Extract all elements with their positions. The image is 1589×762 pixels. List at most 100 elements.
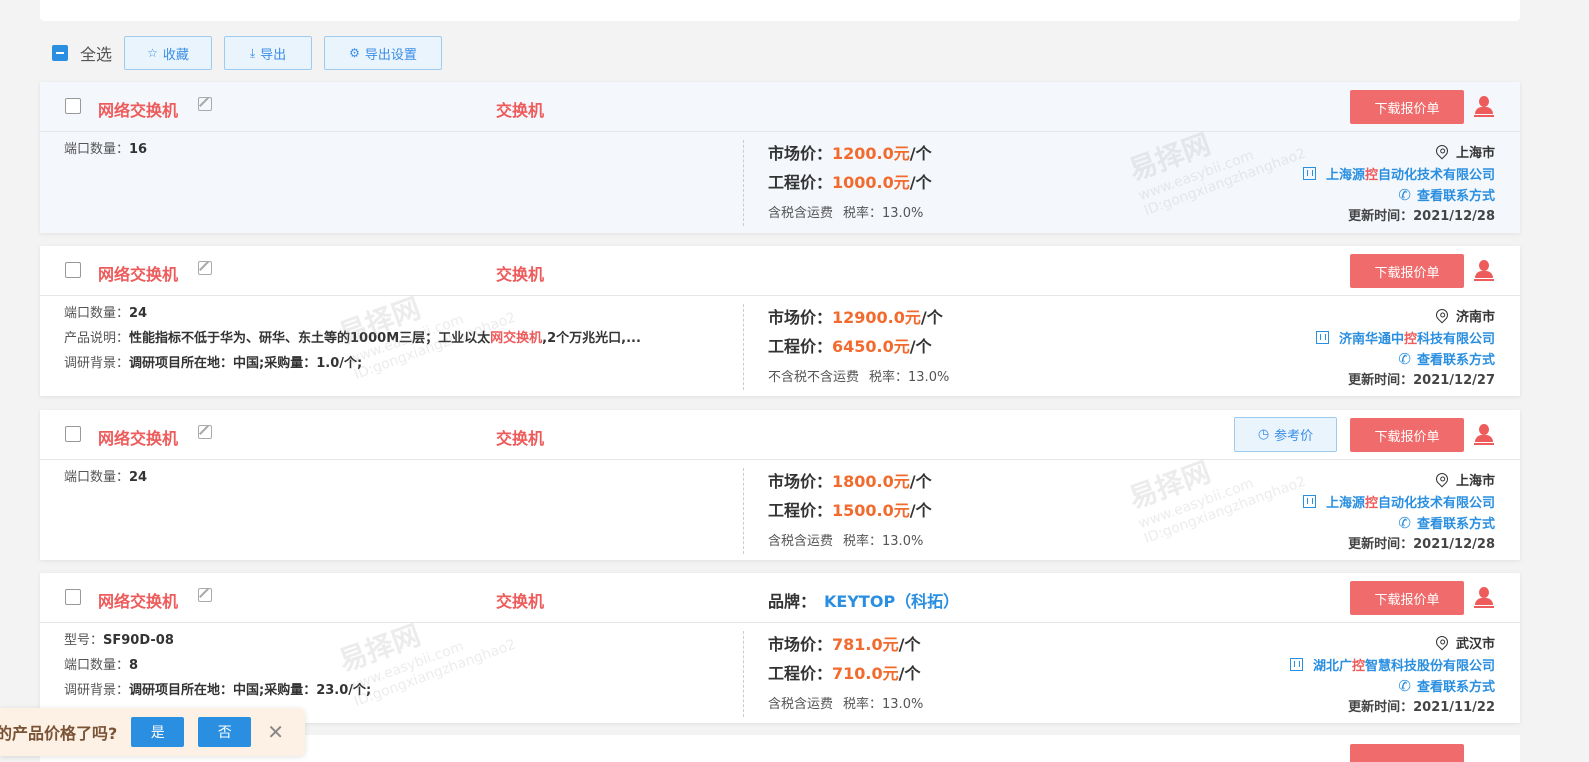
attribute-row: 调研背景：调研项目所在地：中国;采购量：1.0/个; (64, 355, 724, 380)
attribute-value: 调研项目所在地：中国;采购量：1.0/个; (129, 356, 363, 371)
market-price-label: 市场价： (768, 308, 833, 327)
project-price-value: 710.0元 (832, 664, 899, 683)
company-name-part: 智慧科技股份有限公司 (1364, 658, 1495, 674)
tax-info: 含税含运费 税率：13.0% (768, 693, 923, 712)
close-icon[interactable]: ✕ (267, 720, 284, 744)
tax-note: 含税含运费 (768, 697, 834, 712)
phone-icon: ✆ (1398, 676, 1411, 695)
unit-label: /个 (898, 664, 921, 683)
company-link[interactable]: 上海源控自动化技术有限公司 (1302, 162, 1495, 184)
company-name-highlight: 控 (1364, 495, 1378, 511)
product-category: 交换机 (496, 592, 545, 611)
product-name[interactable]: 网络交换机 (98, 588, 178, 612)
attribute-list: 端口数量：24 (64, 469, 724, 494)
product-card: 网络交换机 交换机 下载报价单 端口数量：16 市场价：1200.0元/个 工程… (40, 82, 1520, 233)
product-name[interactable]: 网络交换机 (98, 97, 178, 121)
no-button[interactable]: 否 (198, 717, 252, 747)
unit-label: /个 (909, 472, 932, 491)
project-price: 工程价：1500.0元/个 (768, 499, 932, 528)
attribute-value: SF90D-08 (103, 633, 174, 648)
download-quote-button[interactable]: 下载报价单 (1350, 581, 1464, 615)
product-card: 网络交换机 交换机 下载报价单 端口数量：24 产品说明：性能指标不低于华为、研… (40, 246, 1520, 396)
select-all-label[interactable]: 全选 (80, 41, 112, 65)
download-icon: ⤓ (249, 45, 256, 60)
user-icon[interactable] (1474, 96, 1494, 118)
product-name[interactable]: 网络交换机 (98, 425, 178, 449)
phone-icon: ✆ (1398, 185, 1411, 204)
card-header: 网络交换机 交换机 ◷ 参考价 下载报价单 (40, 410, 1520, 460)
edit-icon[interactable] (198, 588, 212, 602)
attribute-key: 调研背景： (64, 683, 130, 698)
user-icon[interactable] (1474, 587, 1494, 609)
market-price-label: 市场价： (768, 144, 833, 163)
divider (743, 468, 744, 554)
company-name-highlight: 控 (1364, 167, 1378, 183)
project-price: 工程价：710.0元/个 (768, 662, 923, 691)
product-category: 交换机 (496, 429, 545, 448)
product-category: 交换机 (496, 265, 545, 284)
market-price-value: 12900.0元 (832, 308, 921, 327)
company-name-highlight: 控 (1403, 331, 1417, 347)
building-icon (1289, 657, 1303, 671)
company-link[interactable]: 湖北广控智慧科技股份有限公司 (1289, 653, 1495, 675)
product-checkbox[interactable] (65, 426, 81, 442)
product-checkbox[interactable] (65, 262, 81, 278)
product-category: 交换机 (496, 101, 545, 120)
download-quote-button[interactable]: 下载报价单 (1350, 418, 1464, 452)
brand-label: 品牌： (768, 592, 817, 611)
export-settings-button[interactable]: ⚙ 导出设置 (324, 36, 443, 70)
market-price-label: 市场价： (768, 635, 833, 654)
product-checkbox[interactable] (65, 98, 81, 114)
market-price: 市场价：1800.0元/个 (768, 470, 932, 499)
divider (743, 304, 744, 390)
company-link[interactable]: 上海源控自动化技术有限公司 (1302, 490, 1495, 512)
view-contact-link[interactable]: ✆ 查看联系方式 (1303, 184, 1495, 205)
edit-icon[interactable] (198, 425, 212, 439)
select-all-checkbox[interactable] (52, 45, 68, 61)
edit-icon[interactable] (198, 261, 212, 275)
download-quote-button[interactable]: 下载报价单 (1350, 90, 1464, 124)
location-pin-icon (1433, 470, 1451, 488)
favorite-button[interactable]: ☆ 收藏 (124, 36, 213, 70)
unit-label: /个 (909, 337, 932, 356)
user-icon[interactable] (1474, 260, 1494, 282)
price-block: 市场价：1800.0元/个 工程价：1500.0元/个 含税含运费 税率：13.0… (768, 470, 932, 549)
download-quote-button[interactable]: 下载报价单 (1350, 254, 1464, 288)
attribute-key: 型号： (64, 633, 104, 648)
product-checkbox[interactable] (65, 589, 81, 605)
view-contact-link[interactable]: ✆ 查看联系方式 (1303, 512, 1495, 533)
unit-label: /个 (920, 308, 943, 327)
project-price-value: 1000.0元 (832, 173, 910, 192)
update-time: 更新时间：2021/12/28 (1348, 537, 1495, 552)
attribute-row: 端口数量：8 (64, 657, 724, 682)
favorite-label: 收藏 (162, 47, 189, 63)
edit-icon[interactable] (198, 97, 212, 111)
company-link[interactable]: 济南华通中控科技有限公司 (1315, 326, 1495, 348)
product-name[interactable]: 网络交换机 (98, 261, 178, 285)
attribute-value: 24 (129, 306, 148, 321)
gear-icon: ⚙ (349, 46, 360, 60)
unit-label: /个 (909, 501, 932, 520)
attribute-key: 端口数量： (64, 306, 130, 321)
city-name: 武汉市 (1455, 636, 1495, 652)
city: 济南市 (1316, 304, 1495, 326)
building-icon (1302, 494, 1316, 508)
view-contact-link[interactable]: ✆ 查看联系方式 (1290, 675, 1495, 696)
view-contact-link[interactable]: ✆ 查看联系方式 (1316, 348, 1495, 369)
export-button[interactable]: ⤓ 导出 (224, 36, 313, 70)
building-icon (1315, 330, 1329, 344)
previous-card-edge (40, 0, 1520, 21)
update-time: 更新时间：2021/12/28 (1348, 209, 1495, 224)
yes-button[interactable]: 是 (131, 717, 185, 747)
download-quote-button[interactable] (1350, 744, 1464, 762)
company-name-part: 湖北广 (1312, 658, 1352, 674)
price-block: 市场价：1200.0元/个 工程价：1000.0元/个 含税含运费 税率：13.0… (768, 142, 932, 221)
reference-price-button[interactable]: ◷ 参考价 (1234, 417, 1337, 452)
attribute-list: 端口数量：24 产品说明：性能指标不低于华为、研华、东土等的1000M三层；工业… (64, 305, 724, 380)
city: 上海市 (1303, 140, 1495, 162)
contact-label: 查看联系方式 (1416, 189, 1495, 204)
user-icon[interactable] (1474, 424, 1494, 446)
price-block: 市场价：781.0元/个 工程价：710.0元/个 含税含运费 税率：13.0% (768, 633, 923, 712)
attribute-key: 端口数量： (64, 658, 130, 673)
city-name: 上海市 (1455, 473, 1495, 489)
